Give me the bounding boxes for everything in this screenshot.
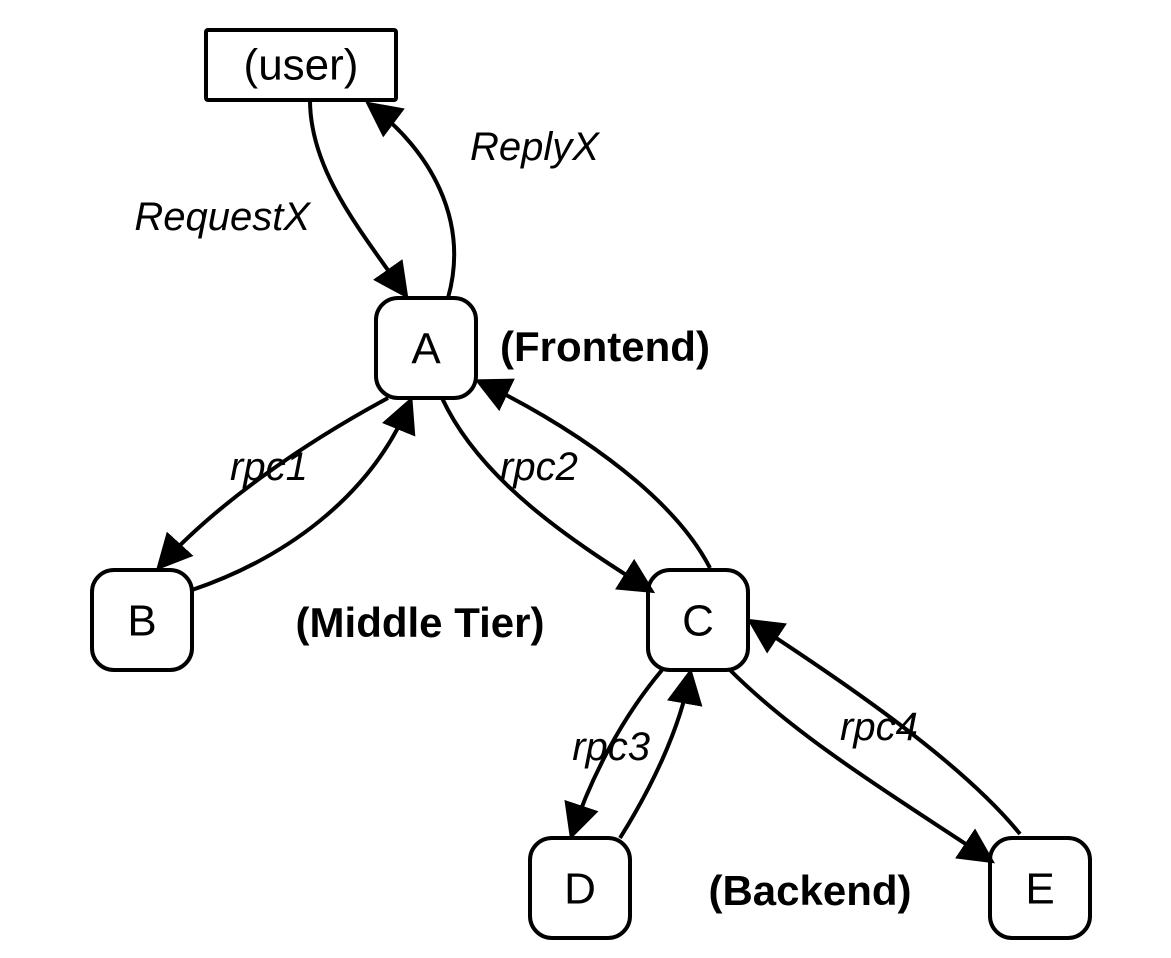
- node-b-label: B: [127, 597, 156, 646]
- rpc-tree-diagram: (user) A B C D E (Frontend) (Middle Tier…: [0, 0, 1171, 958]
- node-b: B: [92, 570, 192, 670]
- edge-label-rpc4: rpc4: [840, 705, 918, 749]
- node-user-label: (user): [244, 41, 359, 90]
- node-a: A: [376, 298, 476, 398]
- node-a-label: A: [411, 325, 441, 374]
- edge-label-rpc2: rpc2: [500, 445, 578, 489]
- node-d: D: [530, 838, 630, 938]
- edge-label-requestx: RequestX: [134, 195, 311, 239]
- node-e: E: [990, 838, 1090, 938]
- node-user: (user): [206, 30, 396, 100]
- edge-requestx: [310, 100, 405, 294]
- node-d-label: D: [564, 865, 596, 914]
- edge-label-rpc3: rpc3: [572, 725, 650, 769]
- node-e-label: E: [1025, 865, 1054, 914]
- node-c-label: C: [682, 597, 714, 646]
- edge-label-replyx: ReplyX: [470, 125, 600, 169]
- edge-label-rpc1: rpc1: [230, 445, 308, 489]
- tier-label-backend: (Backend): [708, 867, 911, 914]
- tier-label-middle: (Middle Tier): [296, 599, 545, 646]
- edge-replyx: [370, 105, 454, 298]
- tier-label-frontend: (Frontend): [500, 323, 710, 370]
- node-c: C: [648, 570, 748, 670]
- edge-rpc2-down: [442, 398, 650, 590]
- edge-rpc1-up: [192, 402, 410, 590]
